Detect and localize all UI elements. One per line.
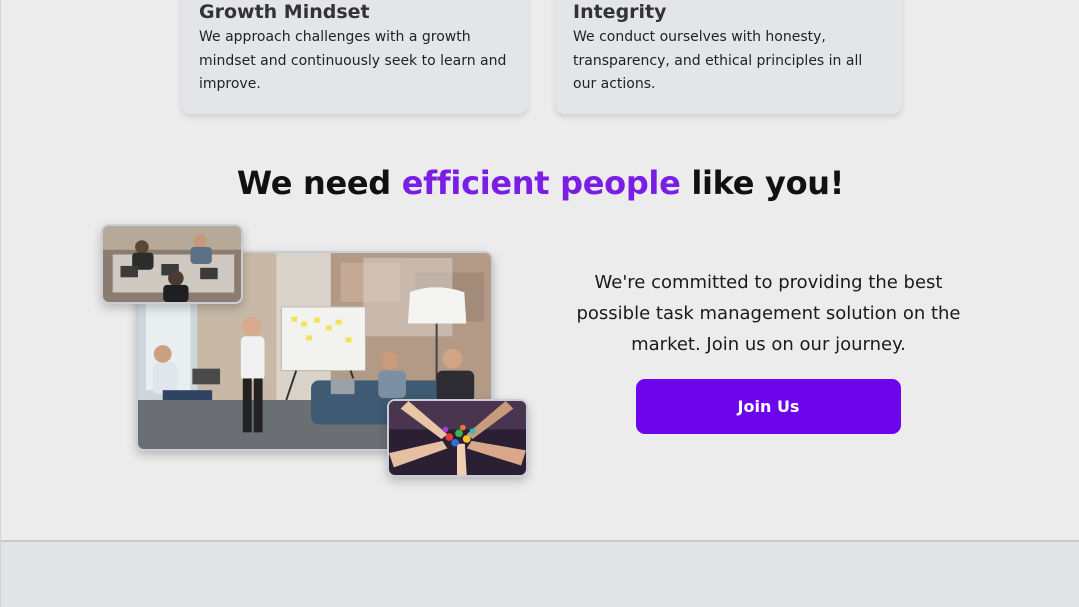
footer: [1, 540, 1079, 607]
value-card-title: Integrity: [573, 1, 667, 23]
join-us-button[interactable]: Join Us: [636, 379, 901, 434]
recruit-headline: We need efficient people like you!: [1, 164, 1079, 202]
value-card-body: We approach challenges with a growth min…: [199, 29, 507, 92]
headline-end: like you!: [691, 164, 845, 202]
hands-together-photo: [387, 399, 528, 477]
value-card-title: Growth Mindset: [199, 1, 370, 23]
page: Growth Mindset We approach challenges wi…: [0, 0, 1079, 607]
value-card-body: We conduct ourselves with honesty, trans…: [573, 29, 863, 92]
value-card-integrity: Integrity We conduct ourselves with hone…: [555, 0, 902, 114]
headline-accent: efficient people: [401, 164, 681, 202]
team-laptops-photo: [101, 224, 243, 304]
headline-start: We need: [236, 164, 391, 202]
value-card-growth-mindset: Growth Mindset We approach challenges wi…: [181, 0, 528, 114]
recruit-pitch: We're committed to providing the best po…: [576, 272, 961, 355]
